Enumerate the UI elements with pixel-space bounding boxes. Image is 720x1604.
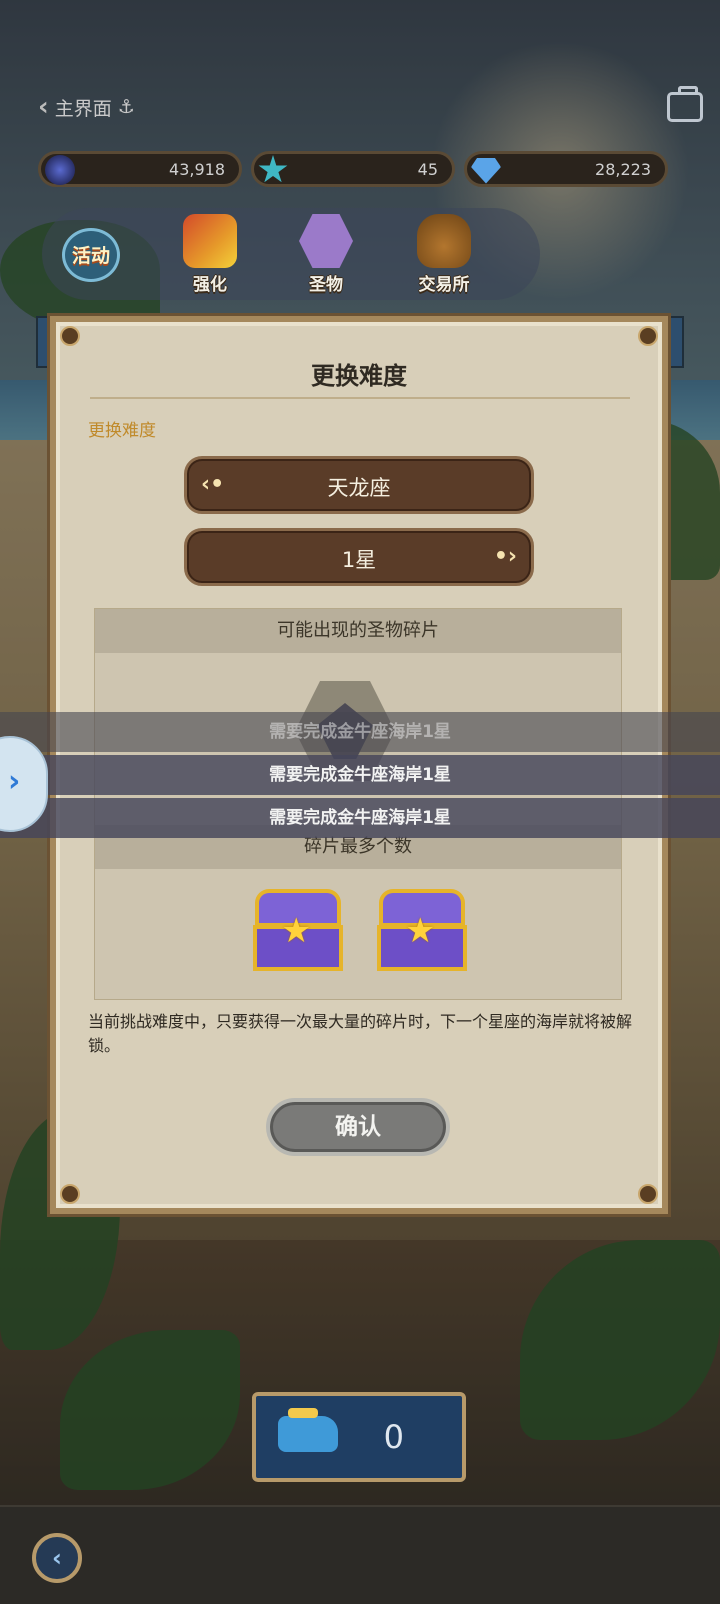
water-gun-count: 0: [383, 1418, 404, 1456]
difficulty-description: 当前挑战难度中，只要获得一次最大量的碎片时，下一个星座的海岸就将被解锁。: [88, 1012, 633, 1055]
resource-star: 45: [251, 151, 455, 187]
nav-item-label: 圣物: [309, 275, 343, 295]
chevron-left-icon: ‹: [38, 92, 49, 122]
treasure-chest-icon: ★: [251, 889, 345, 973]
unlock-tip: 需要完成金牛座海岸1星: [0, 798, 720, 838]
fragments-header: 可能出现的圣物碎片: [95, 609, 621, 653]
bottom-bar: ‹: [0, 1505, 720, 1604]
water-gun-icon: [278, 1408, 338, 1452]
star-level-selector[interactable]: 1星 •›: [184, 528, 534, 586]
corner-rivet: [60, 326, 80, 346]
chevron-right-icon: ›: [8, 764, 21, 799]
relic-icon: [299, 214, 353, 268]
arrow-right-icon[interactable]: •›: [494, 544, 517, 569]
nav-item-label: 强化: [193, 275, 227, 295]
money-bag-icon: [417, 214, 471, 268]
nav-item-upgrade[interactable]: 强化: [170, 214, 250, 298]
corner-rivet: [60, 1184, 80, 1204]
nav-item-label: 交易所: [418, 275, 470, 295]
corner-rivet: [638, 1184, 658, 1204]
treasure-chest-icon: ★: [375, 889, 469, 973]
title-divider: [90, 397, 630, 399]
resource-value: 28,223: [595, 160, 651, 179]
constellation-value: 天龙座: [327, 476, 391, 500]
resource-orb: 43,918: [38, 151, 242, 187]
resource-value: 43,918: [169, 160, 225, 179]
toolbox-icon[interactable]: [667, 86, 703, 122]
black-orb-icon: [45, 155, 75, 185]
constellation-selector[interactable]: ‹• 天龙座: [184, 456, 534, 514]
nav-item-relic[interactable]: 圣物: [286, 214, 366, 298]
activity-button[interactable]: 活动: [62, 228, 120, 282]
dialog-title: 更换难度: [311, 362, 407, 390]
star-level-value: 1星: [341, 548, 377, 572]
resource-value: 45: [417, 160, 438, 179]
diamond-icon: [471, 158, 501, 184]
section-label: 更换难度: [88, 421, 156, 441]
back-to-main-button[interactable]: ‹ 主界面 ⚓: [38, 92, 135, 122]
corner-rivet: [638, 326, 658, 346]
shovel-upgrade-icon: [183, 214, 237, 268]
back-label: 主界面: [54, 97, 112, 120]
unlock-tip: 需要完成金牛座海岸1星: [0, 755, 720, 795]
anchor-icon: ⚓: [117, 96, 135, 118]
confirm-button[interactable]: 确认: [266, 1098, 450, 1156]
water-gun-counter: 0: [252, 1392, 466, 1482]
resource-diamond: 28,223: [464, 151, 668, 187]
star-icon: [258, 155, 288, 183]
back-circle-button[interactable]: ‹: [32, 1533, 82, 1583]
unlock-tip: 需要完成金牛座海岸1星: [0, 712, 720, 752]
nav-item-exchange[interactable]: 交易所: [404, 214, 484, 298]
